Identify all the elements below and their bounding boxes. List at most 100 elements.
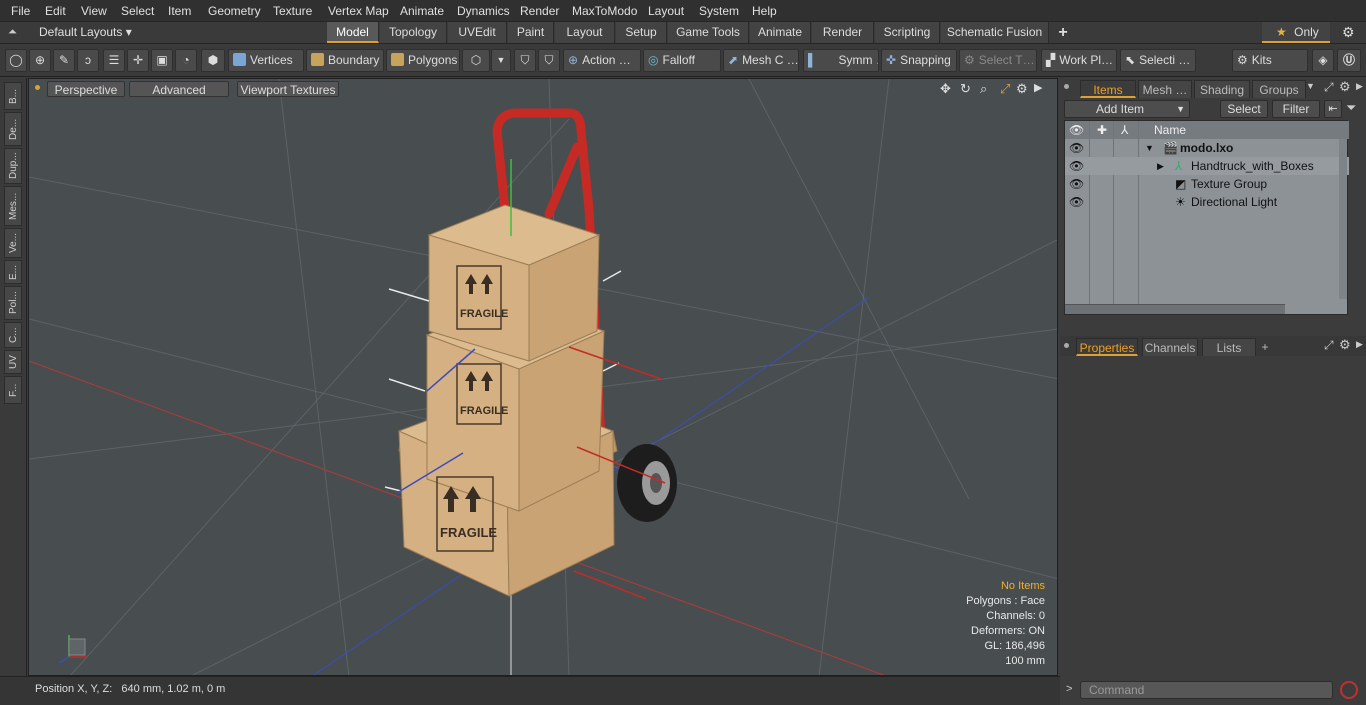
expand-icon[interactable]: ⤢ — [1324, 80, 1334, 95]
left-tab-mesh-edit[interactable]: Mes... — [4, 186, 22, 226]
falloff-button[interactable]: ◎ Falloff — [643, 49, 721, 72]
left-tab-edge[interactable]: E... — [4, 260, 22, 284]
list-item[interactable]: 👁 ▶ ⅄ Handtruck_with_Boxes — [1065, 157, 1349, 175]
viewport-textures-button[interactable]: Viewport Textures — [237, 81, 339, 97]
orbit-icon[interactable]: ↻ — [960, 81, 971, 97]
layout-menu-icon[interactable]: ⏶ — [8, 26, 20, 38]
center-button[interactable]: ✛ — [127, 49, 149, 72]
selection-sets-button[interactable]: ⬉ Selecti … — [1120, 49, 1196, 72]
tab-topology[interactable]: Topology — [380, 22, 447, 43]
command-history-icon[interactable]: > — [1066, 683, 1072, 695]
pan-icon[interactable]: ✥ — [940, 81, 951, 97]
menu-dynamics[interactable]: Dynamics — [457, 0, 510, 22]
select-through-button[interactable]: ⚙ Select T… — [959, 49, 1037, 72]
tab-game-tools[interactable]: Game Tools — [668, 22, 749, 43]
default-layouts-dropdown[interactable]: Default Layouts ▾ — [39, 25, 132, 39]
tab-channels[interactable]: Channels — [1142, 338, 1198, 356]
tab-animate[interactable]: Animate — [750, 22, 811, 43]
list-item[interactable]: 👁 ◩ Texture Group — [1065, 175, 1349, 193]
play-icon[interactable]: ▶ — [1356, 339, 1363, 350]
rotate-button[interactable]: ◔ — [175, 49, 197, 72]
perspective-button[interactable]: Perspective — [47, 81, 125, 97]
menu-geometry[interactable]: Geometry — [208, 0, 261, 22]
collapsed-arrow-icon[interactable]: ▶ — [1157, 157, 1164, 175]
tab-properties[interactable]: Properties — [1076, 338, 1138, 356]
sym-toggle-b[interactable]: ⛉ — [538, 49, 560, 72]
menu-layout[interactable]: Layout — [648, 0, 684, 22]
select-circle-button[interactable]: ◯ — [5, 49, 27, 72]
snapping-button[interactable]: ✜ Snapping — [881, 49, 957, 72]
eye-icon[interactable]: 👁 — [1069, 157, 1084, 175]
list-item[interactable]: 👁 ▼ 🎬 modo.lxo — [1065, 139, 1349, 157]
filter-button[interactable]: Filter — [1272, 100, 1320, 118]
tab-paint[interactable]: Paint — [508, 22, 554, 43]
eye-icon[interactable]: 👁 — [1069, 175, 1084, 193]
left-tab-basic[interactable]: B... — [4, 82, 22, 110]
mesh-constraint-button[interactable]: ⬈ Mesh C … — [723, 49, 799, 72]
item-mode-button[interactable]: ⬢ — [201, 49, 225, 72]
lasso-button[interactable]: ↄ — [77, 49, 99, 72]
zoom-icon[interactable]: ⌕ — [980, 81, 987, 97]
eye-icon[interactable]: 👁 — [1069, 139, 1084, 157]
eye-icon[interactable]: 👁 — [1069, 193, 1084, 211]
expand-arrow-icon[interactable]: ▼ — [1145, 139, 1154, 157]
menu-view[interactable]: View — [81, 0, 107, 22]
tab-lists[interactable]: Lists — [1202, 338, 1256, 356]
viewport-options-icon[interactable] — [35, 85, 40, 90]
tab-groups[interactable]: Groups — [1252, 80, 1306, 98]
vertical-scrollbar[interactable] — [1339, 139, 1347, 299]
align-button[interactable]: ☰ — [103, 49, 125, 72]
tab-layout[interactable]: Layout — [555, 22, 615, 43]
3d-viewport[interactable]: FRAGILE FRAGILE FRAGILE Perspective Adva… — [28, 78, 1058, 676]
left-tab-polygon[interactable]: Pol... — [4, 286, 22, 320]
gear-icon[interactable]: ⚙ — [1339, 79, 1351, 95]
play-icon[interactable]: ▶ — [1034, 81, 1042, 94]
gear-icon[interactable]: ⚙ — [1342, 24, 1355, 41]
add-item-button[interactable]: Add Item ▼ — [1064, 100, 1190, 118]
maximize-icon[interactable]: ⤢ — [1000, 81, 1010, 97]
symmetry-button[interactable]: ▌Symm … — [803, 49, 879, 72]
collapse-button[interactable]: ⇤ — [1324, 100, 1342, 118]
chevron-down-icon[interactable]: ▼ — [1306, 81, 1315, 91]
tab-uvedit[interactable]: UVEdit — [448, 22, 507, 43]
left-tab-curve[interactable]: C... — [4, 322, 22, 348]
name-column-header[interactable]: Name — [1154, 121, 1186, 139]
tab-items[interactable]: Items — [1080, 80, 1136, 98]
tab-setup[interactable]: Setup — [616, 22, 667, 43]
menu-select[interactable]: Select — [121, 0, 154, 22]
menu-edit[interactable]: Edit — [45, 0, 66, 22]
panel-options-icon[interactable] — [1064, 84, 1069, 89]
boundary-button[interactable]: Boundary — [306, 49, 384, 72]
record-icon[interactable] — [1340, 681, 1358, 699]
material-dropdown[interactable]: ▼ — [491, 49, 511, 72]
play-icon[interactable]: ▶ — [1356, 81, 1363, 92]
unity-button[interactable]: ◈ — [1312, 49, 1334, 72]
tab-mesh-ops[interactable]: Mesh … — [1138, 80, 1192, 98]
menu-animate[interactable]: Animate — [400, 0, 444, 22]
menu-item[interactable]: Item — [168, 0, 191, 22]
tab-schematic-fusion[interactable]: Schematic Fusion — [941, 22, 1049, 43]
only-toggle[interactable]: ★ Only — [1262, 22, 1330, 43]
left-tab-duplicate[interactable]: Dup... — [4, 148, 22, 184]
tab-scripting[interactable]: Scripting — [875, 22, 940, 43]
menu-system[interactable]: System — [699, 0, 739, 22]
pen-button[interactable]: ✎ — [53, 49, 75, 72]
viewport-scene[interactable]: FRAGILE FRAGILE FRAGILE — [29, 79, 1058, 676]
menu-help[interactable]: Help — [752, 0, 777, 22]
menu-maxtomodo[interactable]: MaxToModo — [572, 0, 637, 22]
frame-button[interactable]: ▣ — [151, 49, 173, 72]
work-plane-button[interactable]: ▞ Work Pl… — [1041, 49, 1117, 72]
gear-icon[interactable]: ⚙ — [1016, 81, 1028, 97]
add-tab-button[interactable]: + — [1050, 22, 1076, 43]
add-panel-tab-button[interactable]: + — [1258, 338, 1272, 356]
left-tab-vertex[interactable]: Ve... — [4, 228, 22, 258]
select-button[interactable]: Select — [1220, 100, 1268, 118]
command-input[interactable]: Command — [1080, 681, 1333, 699]
sym-toggle-a[interactable]: ⛉ — [514, 49, 536, 72]
gear-icon[interactable]: ⚙ — [1339, 337, 1351, 353]
tab-shading[interactable]: Shading — [1194, 80, 1250, 98]
horizontal-scrollbar[interactable] — [1065, 304, 1285, 314]
left-tab-fusion[interactable]: F... — [4, 376, 22, 404]
unreal-button[interactable]: Ⓤ — [1337, 49, 1361, 72]
menu-vertex-map[interactable]: Vertex Map — [328, 0, 389, 22]
